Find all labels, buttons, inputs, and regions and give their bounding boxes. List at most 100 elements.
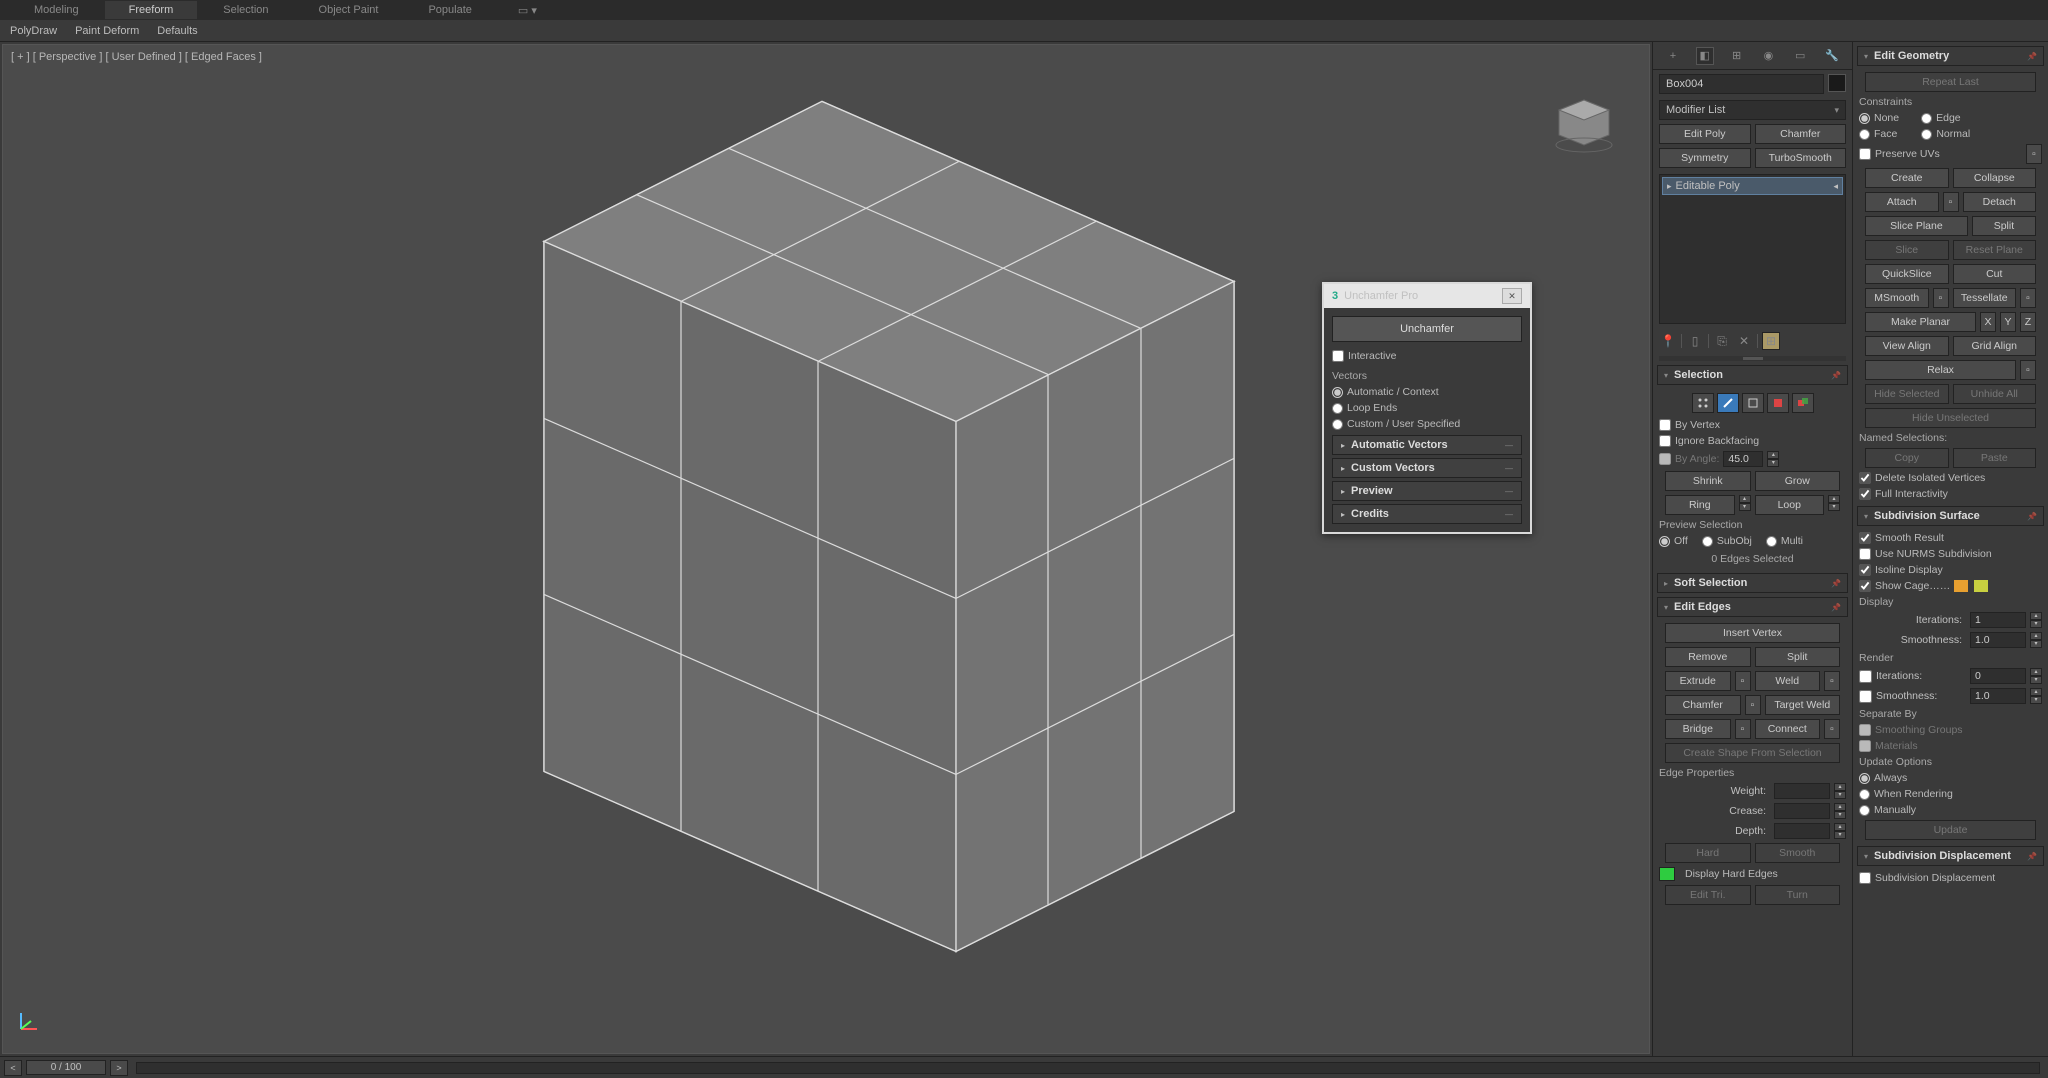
edge-mode[interactable]	[1717, 393, 1739, 413]
split-geo-button[interactable]: Split	[1972, 216, 2036, 236]
cut-button[interactable]: Cut	[1953, 264, 2037, 284]
relax-button[interactable]: Relax	[1865, 360, 2016, 380]
preview-subobj-radio[interactable]	[1702, 536, 1713, 547]
vectors-custom-radio[interactable]	[1332, 419, 1343, 430]
slice-button[interactable]: Slice	[1865, 240, 1949, 260]
custom-vectors-rollout[interactable]: Custom Vectors	[1332, 458, 1522, 478]
dialog-titlebar[interactable]: 3 Unchamfer Pro ✕	[1324, 284, 1530, 308]
ignore-backfacing-check[interactable]	[1659, 435, 1671, 447]
render-iter-check[interactable]	[1859, 670, 1872, 683]
smooth-result-check[interactable]	[1859, 532, 1871, 544]
relax-settings[interactable]: ▫	[2020, 360, 2036, 380]
planar-x[interactable]: X	[1980, 312, 1996, 332]
preserve-uvs-check[interactable]	[1859, 148, 1871, 160]
make-unique-icon[interactable]: ⎘	[1713, 332, 1731, 350]
planar-y[interactable]: Y	[2000, 312, 2016, 332]
slice-plane-button[interactable]: Slice Plane	[1865, 216, 1968, 236]
object-color-swatch[interactable]	[1828, 74, 1846, 92]
subtab-paintdeform[interactable]: Paint Deform	[75, 25, 139, 37]
selection-rollout-header[interactable]: Selection	[1657, 365, 1848, 385]
planar-z[interactable]: Z	[2020, 312, 2036, 332]
cage-color-2[interactable]	[1974, 580, 1988, 592]
hide-selected-button[interactable]: Hide Selected	[1865, 384, 1949, 404]
preview-multi-radio[interactable]	[1766, 536, 1777, 547]
isoline-check[interactable]	[1859, 564, 1871, 576]
delete-iso-check[interactable]	[1859, 472, 1871, 484]
use-nurms-check[interactable]	[1859, 548, 1871, 560]
modifier-list-dropdown[interactable]: Modifier List	[1659, 100, 1846, 120]
paste-ns-button[interactable]: Paste	[1953, 448, 2037, 468]
show-cage-check[interactable]	[1859, 580, 1871, 592]
motion-tab-icon[interactable]: ◉	[1759, 47, 1777, 65]
make-planar-button[interactable]: Make Planar	[1865, 312, 1976, 332]
ring-button[interactable]: Ring	[1665, 495, 1735, 515]
element-mode[interactable]	[1792, 393, 1814, 413]
copy-ns-button[interactable]: Copy	[1865, 448, 1949, 468]
hierarchy-tab-icon[interactable]: ⊞	[1728, 47, 1746, 65]
configure-icon[interactable]: ⊞	[1762, 332, 1780, 350]
constraint-edge[interactable]	[1921, 113, 1932, 124]
create-button[interactable]: Create	[1865, 168, 1949, 188]
connect-button[interactable]: Connect	[1755, 719, 1821, 739]
edit-edges-rollout[interactable]: Edit Edges	[1657, 597, 1848, 617]
viewcube[interactable]	[1549, 95, 1619, 155]
extrude-button[interactable]: Extrude	[1665, 671, 1731, 691]
polygon-mode[interactable]	[1767, 393, 1789, 413]
ribbon-tab-objectpaint[interactable]: Object Paint	[295, 1, 403, 19]
ribbon-tab-freeform[interactable]: Freeform	[105, 1, 198, 19]
bridge-settings[interactable]: ▫	[1735, 719, 1751, 739]
mesh-object[interactable]	[416, 91, 1236, 971]
collapse-button[interactable]: Collapse	[1953, 168, 2037, 188]
msmooth-button[interactable]: MSmooth	[1865, 288, 1929, 308]
subdiv-displace-check[interactable]	[1859, 872, 1871, 884]
chamfer-settings[interactable]: ▫	[1745, 695, 1761, 715]
stack-editable-poly[interactable]: Editable Poly◂	[1662, 177, 1843, 195]
reset-plane-button[interactable]: Reset Plane	[1953, 240, 2037, 260]
weight-spinner[interactable]	[1774, 783, 1830, 799]
create-tab-icon[interactable]: +	[1664, 47, 1682, 65]
chamfer-mod-button[interactable]: Chamfer	[1755, 124, 1847, 144]
target-weld-button[interactable]: Target Weld	[1765, 695, 1841, 715]
weld-button[interactable]: Weld	[1755, 671, 1821, 691]
remove-button[interactable]: Remove	[1665, 647, 1751, 667]
chamfer-button[interactable]: Chamfer	[1665, 695, 1741, 715]
extrude-settings[interactable]: ▫	[1735, 671, 1751, 691]
vectors-auto-radio[interactable]	[1332, 387, 1343, 398]
attach-list[interactable]: ▫	[1943, 192, 1959, 212]
edit-geometry-rollout[interactable]: Edit Geometry	[1857, 46, 2044, 66]
weld-settings[interactable]: ▫	[1824, 671, 1840, 691]
smooth-button[interactable]: Smooth	[1755, 843, 1841, 863]
quickslice-button[interactable]: QuickSlice	[1865, 264, 1949, 284]
preserve-uvs-settings[interactable]: ▫	[2026, 144, 2042, 164]
connect-settings[interactable]: ▫	[1824, 719, 1840, 739]
update-rendering[interactable]	[1859, 789, 1870, 800]
shrink-button[interactable]: Shrink	[1665, 471, 1751, 491]
view-align-button[interactable]: View Align	[1865, 336, 1949, 356]
edit-tri-button[interactable]: Edit Tri.	[1665, 885, 1751, 905]
ribbon-tab-populate[interactable]: Populate	[404, 1, 495, 19]
ribbon-tab-selection[interactable]: Selection	[199, 1, 292, 19]
constraint-normal[interactable]	[1921, 129, 1932, 140]
border-mode[interactable]	[1742, 393, 1764, 413]
subdiv-displace-rollout[interactable]: Subdivision Displacement	[1857, 846, 2044, 866]
axis-gizmo[interactable]	[17, 1007, 43, 1033]
pin-stack-icon[interactable]: 📍	[1659, 332, 1677, 350]
vectors-loopends-radio[interactable]	[1332, 403, 1343, 414]
loop-button[interactable]: Loop	[1755, 495, 1825, 515]
display-iterations[interactable]	[1970, 612, 2026, 628]
unhide-all-button[interactable]: Unhide All	[1953, 384, 2037, 404]
repeat-last-button[interactable]: Repeat Last	[1865, 72, 2036, 92]
attach-button[interactable]: Attach	[1865, 192, 1939, 212]
timeline-frame[interactable]: 0 / 100	[26, 1060, 106, 1075]
ring-spinner[interactable]: ▴▾	[1739, 495, 1751, 515]
display-smoothness[interactable]	[1970, 632, 2026, 648]
remove-mod-icon[interactable]: ✕	[1735, 332, 1753, 350]
ribbon-toggle-icon[interactable]: ▭ ▾	[518, 4, 537, 17]
symmetry-button[interactable]: Symmetry	[1659, 148, 1751, 168]
interactive-check[interactable]	[1332, 350, 1344, 362]
create-shape-button[interactable]: Create Shape From Selection	[1665, 743, 1840, 763]
unchamfer-button[interactable]: Unchamfer	[1332, 316, 1522, 342]
insert-vertex-button[interactable]: Insert Vertex	[1665, 623, 1840, 643]
object-name-field[interactable]	[1659, 74, 1824, 94]
constraint-none[interactable]	[1859, 113, 1870, 124]
